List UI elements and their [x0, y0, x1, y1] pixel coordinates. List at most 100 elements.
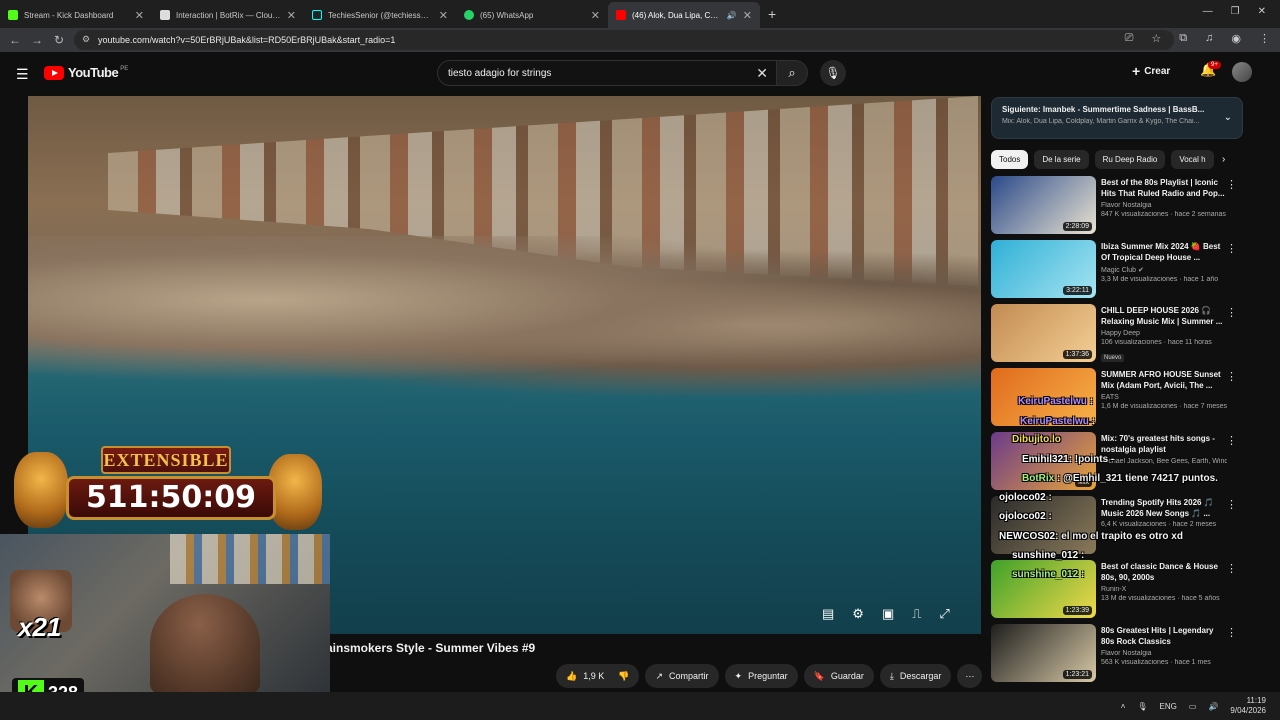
video-thumbnail[interactable]: 2:28:09 [991, 176, 1096, 234]
channel-name[interactable]: Happy Deep [1101, 330, 1227, 337]
chat-username: sunshine_012 [1012, 569, 1079, 580]
list-item[interactable]: 1:23:21 80s Greatest Hits | Legendary 80… [991, 624, 1247, 688]
thumbs-down-icon[interactable]: 👎 [618, 671, 629, 682]
chevron-up-icon[interactable]: ˄ [1121, 702, 1126, 711]
video-title[interactable]: CHILL DEEP HOUSE 2026 🎧 Relaxing Music M… [1101, 305, 1227, 327]
video-thumbnail[interactable]: 3:22:11 [991, 240, 1096, 298]
more-vert-icon[interactable]: ⋮ [1226, 434, 1237, 447]
search-input[interactable]: tiesto adagio for strings ✕ [437, 60, 777, 86]
chip-vocal[interactable]: Vocal h [1171, 150, 1214, 169]
browser-tab-botrix[interactable]: Interaction | BotRix — Cloud St ✕ [152, 2, 304, 28]
close-icon[interactable]: ✕ [287, 9, 296, 22]
download-icon: ⤓ [889, 670, 894, 681]
like-button[interactable]: 👍 1,9 K 👎 [556, 664, 640, 688]
new-tab-button[interactable]: + [768, 6, 776, 22]
close-icon[interactable]: ✕ [135, 9, 144, 22]
close-icon[interactable]: ✕ [591, 9, 600, 22]
video-title[interactable]: 80s Greatest Hits | Legendary 80s Rock C… [1101, 625, 1227, 647]
ask-button[interactable]: ✦ Preguntar [724, 664, 798, 688]
back-icon[interactable]: ← [4, 33, 26, 47]
settings-gear-icon[interactable]: ⚙ [852, 606, 864, 622]
more-vert-icon[interactable]: ⋮ [1226, 626, 1237, 639]
close-window-icon[interactable]: ✕ [1258, 6, 1266, 17]
more-vert-icon[interactable]: ⋮ [1226, 562, 1237, 575]
youtube-logo[interactable]: YouTube PE [44, 65, 128, 80]
close-icon[interactable]: ✕ [439, 9, 448, 22]
forward-icon[interactable]: → [26, 33, 48, 47]
clear-search-icon[interactable]: ✕ [756, 65, 768, 82]
volume-icon[interactable]: 🔊 [1208, 702, 1218, 711]
miniplayer-icon[interactable]: ▣ [882, 606, 894, 622]
site-info-icon[interactable]: ⚙ [82, 34, 90, 45]
video-thumbnail[interactable] [991, 496, 1096, 554]
video-thumbnail[interactable]: 1:37:36 [991, 304, 1096, 362]
menu-icon[interactable]: ⋮ [1259, 32, 1270, 45]
clock[interactable]: 11:19 9/04/2026 [1230, 696, 1266, 716]
user-avatar[interactable] [1232, 62, 1252, 82]
browser-tab-tiktok[interactable]: TechiesSenior (@techiessenior_ ✕ [304, 2, 456, 28]
tab-title: Stream - Kick Dashboard [24, 10, 114, 20]
close-icon[interactable]: ✕ [743, 9, 752, 22]
more-vert-icon[interactable]: ⋮ [1226, 242, 1237, 255]
install-app-icon[interactable]: ⎚ [1125, 32, 1134, 45]
microphone-tray-icon[interactable]: 🎙 [1137, 702, 1147, 711]
list-item[interactable]: 3:22:11 Ibiza Summer Mix 2024 🍓 Best Of … [991, 240, 1247, 304]
media-control-icon[interactable]: ♫ [1205, 32, 1213, 45]
share-button[interactable]: ↗ Compartir [645, 664, 719, 688]
botrix-favicon-icon [160, 10, 170, 20]
download-button[interactable]: ⤓ Descargar [879, 664, 952, 688]
channel-name[interactable]: Runin-X [1101, 586, 1227, 593]
video-title[interactable]: Mix: 70's greatest hits songs - nostalgi… [1101, 433, 1227, 455]
browser-tab-kick[interactable]: Stream - Kick Dashboard ✕ [0, 2, 152, 28]
chevron-right-icon[interactable]: › [1222, 154, 1225, 165]
up-next-card[interactable]: Siguiente: Imanbek - Summertime Sadness … [991, 97, 1243, 139]
chat-text: : [1080, 550, 1085, 561]
channel-name[interactable]: Flavor Nostalgia [1101, 202, 1227, 209]
video-title[interactable]: SUMMER AFRO HOUSE Sunset Mix (Adam Port,… [1101, 369, 1227, 391]
bookmark-star-icon[interactable]: ☆ [1151, 32, 1161, 45]
video-title[interactable]: Best of the 80s Playlist | Iconic Hits T… [1101, 177, 1227, 199]
video-thumbnail[interactable]: 1:23:21 [991, 624, 1096, 682]
channel-name[interactable]: Flavor Nostalgia [1101, 650, 1227, 657]
more-vert-icon[interactable]: ⋮ [1226, 498, 1237, 511]
list-item[interactable]: 1:37:36 CHILL DEEP HOUSE 2026 🎧 Relaxing… [991, 304, 1247, 368]
chat-message: NEWCOS02: el mo el trapito es otro xd [999, 531, 1183, 542]
video-title[interactable]: Trending Spotify Hits 2026 🎵 Music 2026 … [1101, 497, 1227, 519]
browser-tab-youtube[interactable]: (46) Alok, Dua Lipa, Coldpl 🔊 ✕ [608, 2, 760, 28]
profile-icon[interactable]: ◉ [1231, 32, 1241, 45]
save-button[interactable]: 🔖 Guardar [803, 664, 874, 688]
reload-icon[interactable]: ↻ [48, 33, 70, 47]
url-field[interactable]: ⚙ youtube.com/watch?v=50ErBRjUBak&list=R… [74, 30, 1174, 50]
speaker-icon[interactable]: 🔊 [727, 11, 737, 20]
video-title[interactable]: Best of classic Dance & House 80s, 90, 2… [1101, 561, 1227, 583]
list-item[interactable]: 2:28:09 Best of the 80s Playlist | Iconi… [991, 176, 1247, 240]
more-actions-button[interactable]: ⋯ [957, 664, 983, 688]
channel-name[interactable]: EATS [1101, 394, 1227, 401]
minimize-icon[interactable]: — [1203, 6, 1213, 17]
search-button[interactable]: ⌕ [776, 60, 808, 86]
language-indicator[interactable]: ENG [1160, 702, 1177, 711]
video-title[interactable]: Ibiza Summer Mix 2024 🍓 Best Of Tropical… [1101, 241, 1227, 263]
voice-search-button[interactable]: 🎙 [820, 60, 846, 86]
subtitles-icon[interactable]: ▤ [822, 606, 834, 622]
recommendation-list: 2:28:09 Best of the 80s Playlist | Iconi… [991, 176, 1247, 688]
more-vert-icon[interactable]: ⋮ [1226, 306, 1237, 319]
channel-name[interactable]: Michael Jackson, Bee Gees, Earth, Wind .… [1101, 458, 1227, 465]
channel-name[interactable]: Magic Club ✔ [1101, 266, 1227, 274]
hamburger-menu-icon[interactable]: ☰ [16, 66, 29, 83]
cast-icon[interactable]: ⎍ [912, 606, 921, 622]
fullscreen-icon[interactable]: ⤢ [939, 606, 949, 622]
extensions-icon[interactable]: ⧉ [1179, 32, 1187, 45]
chip-ru-deep-radio[interactable]: Ru Deep Radio [1094, 150, 1166, 169]
chip-todos[interactable]: Todos [991, 150, 1029, 169]
chip-de-la-serie[interactable]: De la serie [1034, 150, 1089, 169]
maximize-icon[interactable]: ❐ [1231, 6, 1240, 17]
chevron-down-icon[interactable]: ⌄ [1224, 112, 1232, 123]
up-next-subtitle: Mix: Alok, Dua Lipa, Coldplay, Martin Ga… [1002, 118, 1200, 125]
more-vert-icon[interactable]: ⋮ [1226, 370, 1237, 383]
display-icon[interactable]: ▭ [1189, 702, 1197, 711]
more-vert-icon[interactable]: ⋮ [1226, 178, 1237, 191]
browser-tab-whatsapp[interactable]: (65) WhatsApp ✕ [456, 2, 608, 28]
create-button[interactable]: + Crear [1132, 63, 1170, 79]
chat-message: BotRix : @Emhil_321 tiene 74217 puntos. [1022, 473, 1218, 484]
